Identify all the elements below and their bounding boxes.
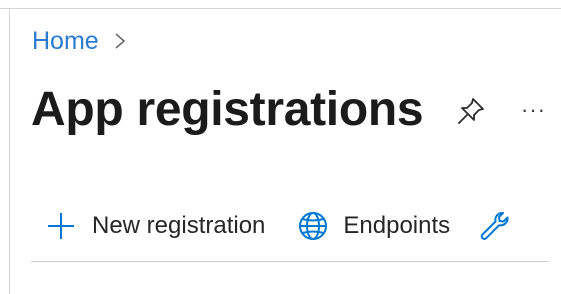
page-title: App registrations [31,83,424,136]
breadcrumb-home-link[interactable]: Home [32,27,99,56]
breadcrumb: Home [32,22,127,60]
globe-icon [299,212,328,240]
endpoints-button[interactable]: Endpoints [297,210,450,242]
more-options-button[interactable]: ··· [521,95,555,125]
toolbar-divider [31,261,549,262]
troubleshooting-button[interactable] [478,210,510,242]
new-registration-button[interactable]: New registration [46,211,265,241]
chevron-right-icon [113,31,127,51]
new-registration-label: New registration [92,212,266,239]
command-bar: New registration Endpoints [40,204,510,248]
pin-icon[interactable] [454,94,488,128]
blade-left-border [9,8,10,294]
blade-top-border [0,8,561,9]
app-registrations-blade: Home App registrations ··· New registrat… [0,0,561,294]
wrench-icon [480,212,509,240]
plus-icon [48,213,74,239]
endpoints-label: Endpoints [343,212,451,239]
more-icon: ··· [521,97,546,122]
